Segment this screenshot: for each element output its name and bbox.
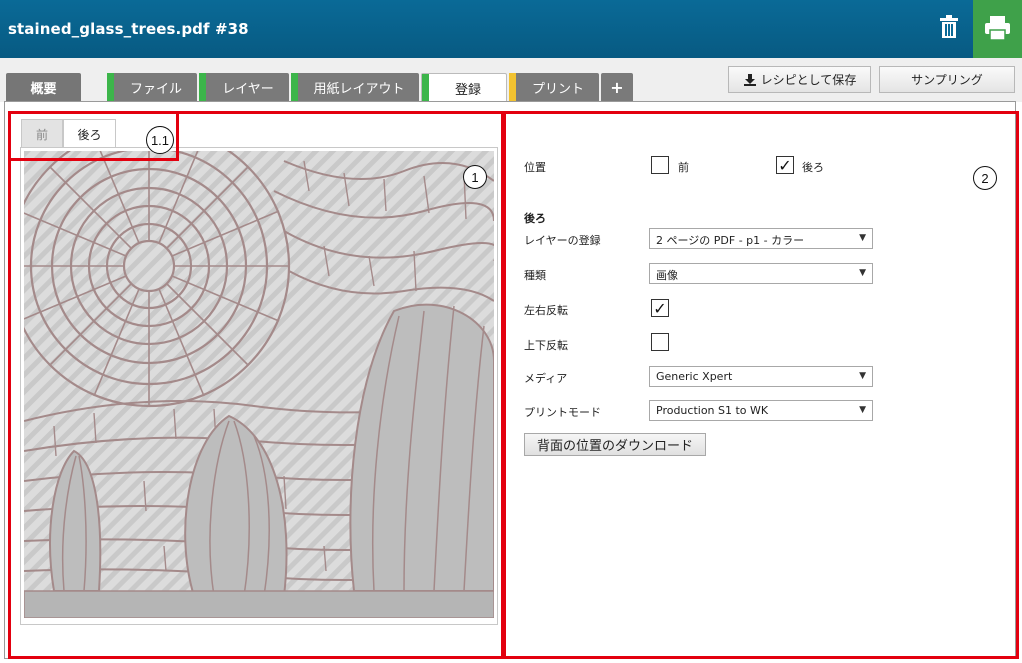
plus-icon: + xyxy=(610,78,624,97)
dropdown-arrow-icon: ▼ xyxy=(859,405,866,415)
layer-registration-value: 2 ページの PDF - p1 - カラー xyxy=(656,234,805,247)
printer-icon xyxy=(985,16,1010,41)
checkmark-icon: ✓ xyxy=(778,155,792,175)
print-mode-label: プリントモード xyxy=(524,406,601,419)
tab-layers[interactable]: レイヤー xyxy=(199,73,289,102)
tab-overview-label: 概要 xyxy=(30,82,57,97)
print-mode-value: Production S1 to WK xyxy=(656,404,769,417)
media-select[interactable]: Generic Xpert ▼ xyxy=(649,366,873,387)
callout-2: 2 xyxy=(973,166,997,190)
front-checkbox-label: 前 xyxy=(678,161,689,174)
tab-paper-layout-label: 用紙レイアウト xyxy=(313,82,405,97)
mirror-vertical-label: 上下反転 xyxy=(524,339,568,352)
tab-print-label: プリント xyxy=(531,82,584,97)
tab-status-stripe xyxy=(107,73,114,102)
preview-tab-front-label: 前 xyxy=(35,127,48,142)
dropdown-arrow-icon: ▼ xyxy=(859,233,866,243)
sampling-button[interactable]: サンプリング xyxy=(879,66,1015,93)
checkmark-icon: ✓ xyxy=(653,298,667,318)
tab-status-stripe xyxy=(509,73,516,102)
media-value: Generic Xpert xyxy=(656,370,733,383)
callout-1: 1 xyxy=(463,165,487,189)
tab-registration-label: 登録 xyxy=(454,83,481,98)
section-title: 後ろ xyxy=(524,212,546,225)
preview-tab-front[interactable]: 前 xyxy=(21,119,63,148)
tab-print[interactable]: プリント xyxy=(509,73,599,102)
document-title: stained_glass_trees.pdf #38 xyxy=(8,20,249,38)
tab-layers-label: レイヤー xyxy=(222,82,274,97)
tab-file-label: ファイル xyxy=(129,82,182,97)
print-mode-select[interactable]: Production S1 to WK ▼ xyxy=(649,400,873,421)
print-button[interactable] xyxy=(973,0,1022,58)
dropdown-arrow-icon: ▼ xyxy=(859,371,866,381)
title-bar: stained_glass_trees.pdf #38 xyxy=(0,0,1022,58)
position-label: 位置 xyxy=(524,161,546,174)
download-back-position-button[interactable]: 背面の位置のダウンロード xyxy=(524,433,706,456)
add-tab-button[interactable]: + xyxy=(601,73,633,102)
mirror-vertical-checkbox[interactable] xyxy=(651,333,669,351)
dropdown-arrow-icon: ▼ xyxy=(859,268,866,278)
stained-glass-preview-image xyxy=(24,151,494,618)
type-label: 種類 xyxy=(524,269,546,282)
mirror-horizontal-checkbox[interactable]: ✓ xyxy=(651,298,669,318)
media-label: メディア xyxy=(524,372,568,385)
tab-status-stripe xyxy=(291,73,298,102)
download-icon xyxy=(743,73,756,86)
back-checkbox-label: 後ろ xyxy=(802,161,824,174)
preview-tab-back[interactable]: 後ろ xyxy=(63,119,116,149)
delete-button[interactable] xyxy=(932,10,966,44)
layer-registration-select[interactable]: 2 ページの PDF - p1 - カラー ▼ xyxy=(649,228,873,249)
back-checkbox[interactable]: ✓ xyxy=(776,155,794,175)
type-value: 画像 xyxy=(656,269,678,282)
type-select[interactable]: 画像 ▼ xyxy=(649,263,873,284)
tab-paper-layout[interactable]: 用紙レイアウト xyxy=(291,73,419,102)
layer-registration-label: レイヤーの登録 xyxy=(524,234,601,247)
save-as-recipe-button[interactable]: レシピとして保存 xyxy=(728,66,871,93)
tab-status-stripe xyxy=(199,73,206,102)
mirror-horizontal-label: 左右反転 xyxy=(524,304,568,317)
download-back-position-label: 背面の位置のダウンロード xyxy=(536,439,693,454)
trash-icon xyxy=(940,15,958,38)
tab-status-stripe xyxy=(422,74,429,103)
tab-overview[interactable]: 概要 xyxy=(6,73,81,102)
preview-tab-back-label: 後ろ xyxy=(77,128,102,142)
sampling-label: サンプリング xyxy=(911,73,983,87)
tab-file[interactable]: ファイル xyxy=(107,73,197,102)
front-checkbox[interactable] xyxy=(651,156,669,174)
callout-1-1: 1.1 xyxy=(146,126,174,154)
tab-registration[interactable]: 登録 xyxy=(421,73,507,103)
save-as-recipe-label: レシピとして保存 xyxy=(760,73,857,87)
